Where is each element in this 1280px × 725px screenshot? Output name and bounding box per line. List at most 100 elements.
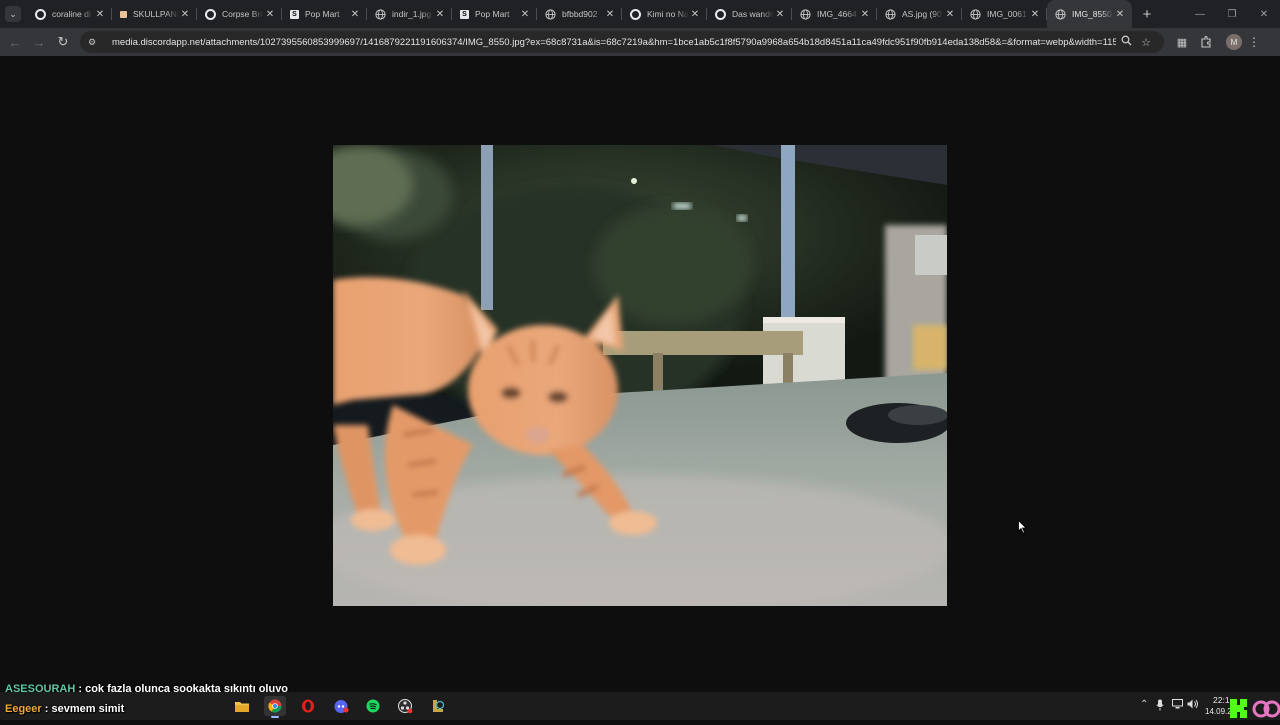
tab-title: indir_1.jpg <box>392 9 432 19</box>
browser-tab[interactable]: bfbbd902 ✕ <box>537 0 622 28</box>
tab-title: bfbbd902 <box>562 9 598 19</box>
toolbar-actions: ▦ M ⋮ <box>1170 28 1262 56</box>
reload-button[interactable]: ↻ <box>51 30 75 54</box>
browser-tab[interactable]: indir_1.jpg ✕ <box>367 0 452 28</box>
page-viewport <box>0 56 1280 692</box>
close-window-button[interactable]: ✕ <box>1248 0 1280 28</box>
reload-icon: ↻ <box>57 34 69 49</box>
tab-title: IMG_8550 <box>1072 9 1112 19</box>
tab-close-icon[interactable]: ✕ <box>689 9 701 20</box>
arrow-right-icon: → <box>32 34 46 50</box>
menu-icon[interactable]: ⋮ <box>1246 35 1262 49</box>
tab-close-icon[interactable]: ✕ <box>349 9 361 20</box>
tab-list: coraline di✕SKULLPANDA✕Corpse Bri✕SPop M… <box>27 0 1132 28</box>
taskbar-opera[interactable] <box>297 696 319 716</box>
tab-title: Pop Mart <box>475 9 510 19</box>
microphone-icon[interactable] <box>1156 699 1164 714</box>
globe-icon <box>885 8 896 20</box>
tab-close-icon[interactable]: ✕ <box>519 9 531 20</box>
tab-close-icon[interactable]: ✕ <box>94 9 106 20</box>
forward-button[interactable]: → <box>27 30 51 54</box>
skullpanda-icon <box>120 10 127 18</box>
globe-icon <box>970 8 981 20</box>
globe-icon <box>800 8 811 20</box>
tab-close-icon[interactable]: ✕ <box>859 9 871 20</box>
site-info-icon[interactable]: ⚙ <box>88 37 102 48</box>
speaker-icon[interactable] <box>1187 699 1199 712</box>
arrow-left-icon: ← <box>8 34 22 50</box>
tab-title: Corpse Bri <box>222 9 263 19</box>
chat-message-2: Eegeer : sevmem simit <box>5 703 124 715</box>
tab-title: Kimi no Na <box>647 9 689 19</box>
taskbar-discord[interactable] <box>330 696 352 716</box>
browser-toolbar: ← → ↻ ⚙ media.discordapp.net/attachments… <box>0 28 1280 56</box>
tab-close-icon[interactable]: ✕ <box>1029 9 1041 20</box>
plus-icon: + <box>1142 5 1152 23</box>
tab-title: IMG_0061 <box>987 9 1027 19</box>
globe-icon <box>1055 8 1066 20</box>
tab-close-icon[interactable]: ✕ <box>1114 9 1126 20</box>
tab-strip: ⌄ coraline di✕SKULLPANDA✕Corpse Bri✕SPop… <box>0 0 1280 28</box>
extensions-icon[interactable] <box>1194 30 1218 54</box>
browser-tab[interactable]: Das wande ✕ <box>707 0 792 28</box>
taskbar-file-explorer[interactable] <box>231 696 253 716</box>
taskbar-spotify[interactable] <box>362 696 384 716</box>
tab-search-button[interactable]: ⌄ <box>5 6 21 22</box>
browser-tab[interactable]: S Pop Mart ✕ <box>452 0 537 28</box>
tab-close-icon[interactable]: ✕ <box>264 9 276 20</box>
zoom-icon[interactable] <box>1116 35 1136 49</box>
url-text[interactable]: media.discordapp.net/attachments/1027395… <box>112 37 1116 48</box>
browser-tab[interactable]: IMG_4664 ✕ <box>792 0 877 28</box>
google-icon <box>205 8 216 20</box>
windows-taskbar: ⌃ 22:1 14.09.2 <box>0 692 1280 720</box>
tray-chevron-up-icon[interactable]: ⌃ <box>1140 699 1148 710</box>
google-icon <box>630 8 641 20</box>
minimize-icon: — <box>1195 8 1205 20</box>
profile-avatar[interactable]: M <box>1226 34 1242 50</box>
media-control-icon[interactable]: ▦ <box>1170 30 1194 54</box>
restore-icon: ❐ <box>1227 8 1237 20</box>
restore-button[interactable]: ❐ <box>1216 0 1248 28</box>
browser-tab[interactable]: coraline di ✕ <box>27 0 112 28</box>
close-icon: ✕ <box>1259 8 1269 20</box>
kick-logo <box>1228 697 1280 720</box>
tab-close-icon[interactable]: ✕ <box>434 9 446 20</box>
tab-title: coraline di <box>52 9 91 19</box>
browser-tab[interactable]: AS.jpg (90 ✕ <box>877 0 962 28</box>
globe-icon <box>545 8 556 20</box>
tab-title: SKULLPANDA <box>133 9 179 19</box>
back-button[interactable]: ← <box>3 30 27 54</box>
bookmark-star-icon[interactable]: ☆ <box>1136 36 1156 49</box>
tab-title: IMG_4664 <box>817 9 857 19</box>
google-icon <box>715 8 726 20</box>
tab-close-icon[interactable]: ✕ <box>774 9 786 20</box>
s-icon: S <box>290 9 299 19</box>
new-tab-button[interactable]: + <box>1136 3 1158 25</box>
tab-close-icon[interactable]: ✕ <box>944 9 956 20</box>
window-controls: — ❐ ✕ <box>1184 0 1280 28</box>
tab-title: AS.jpg (90 <box>902 9 942 19</box>
address-bar[interactable]: ⚙ media.discordapp.net/attachments/10273… <box>80 31 1164 53</box>
tab-title: Das wande <box>732 9 774 19</box>
tab-close-icon[interactable]: ✕ <box>179 9 191 20</box>
mouse-cursor <box>1018 519 1027 539</box>
browser-tab[interactable]: SKULLPANDA✕ <box>112 0 197 28</box>
browser-tab[interactable]: Corpse Bri ✕ <box>197 0 282 28</box>
chat-username: Eegeer <box>5 703 42 715</box>
s-icon: S <box>460 9 469 19</box>
network-icon[interactable] <box>1172 699 1183 712</box>
cat-photo[interactable] <box>333 145 947 606</box>
tab-title: Pop Mart <box>305 9 340 19</box>
minimize-button[interactable]: — <box>1184 0 1216 28</box>
tab-close-icon[interactable]: ✕ <box>604 9 616 20</box>
browser-tab[interactable]: S Pop Mart ✕ <box>282 0 367 28</box>
browser-tab[interactable]: IMG_0061 ✕ <box>962 0 1047 28</box>
taskbar-chrome[interactable] <box>264 696 286 718</box>
chevron-down-icon: ⌄ <box>9 8 17 19</box>
globe-icon <box>375 8 386 20</box>
browser-tab[interactable]: IMG_8550 ✕ <box>1047 0 1132 28</box>
browser-tab[interactable]: Kimi no Na ✕ <box>622 0 707 28</box>
taskbar-obs[interactable] <box>394 696 416 716</box>
taskbar-league-client[interactable] <box>427 696 449 716</box>
chat-text: sevmem simit <box>51 703 125 715</box>
